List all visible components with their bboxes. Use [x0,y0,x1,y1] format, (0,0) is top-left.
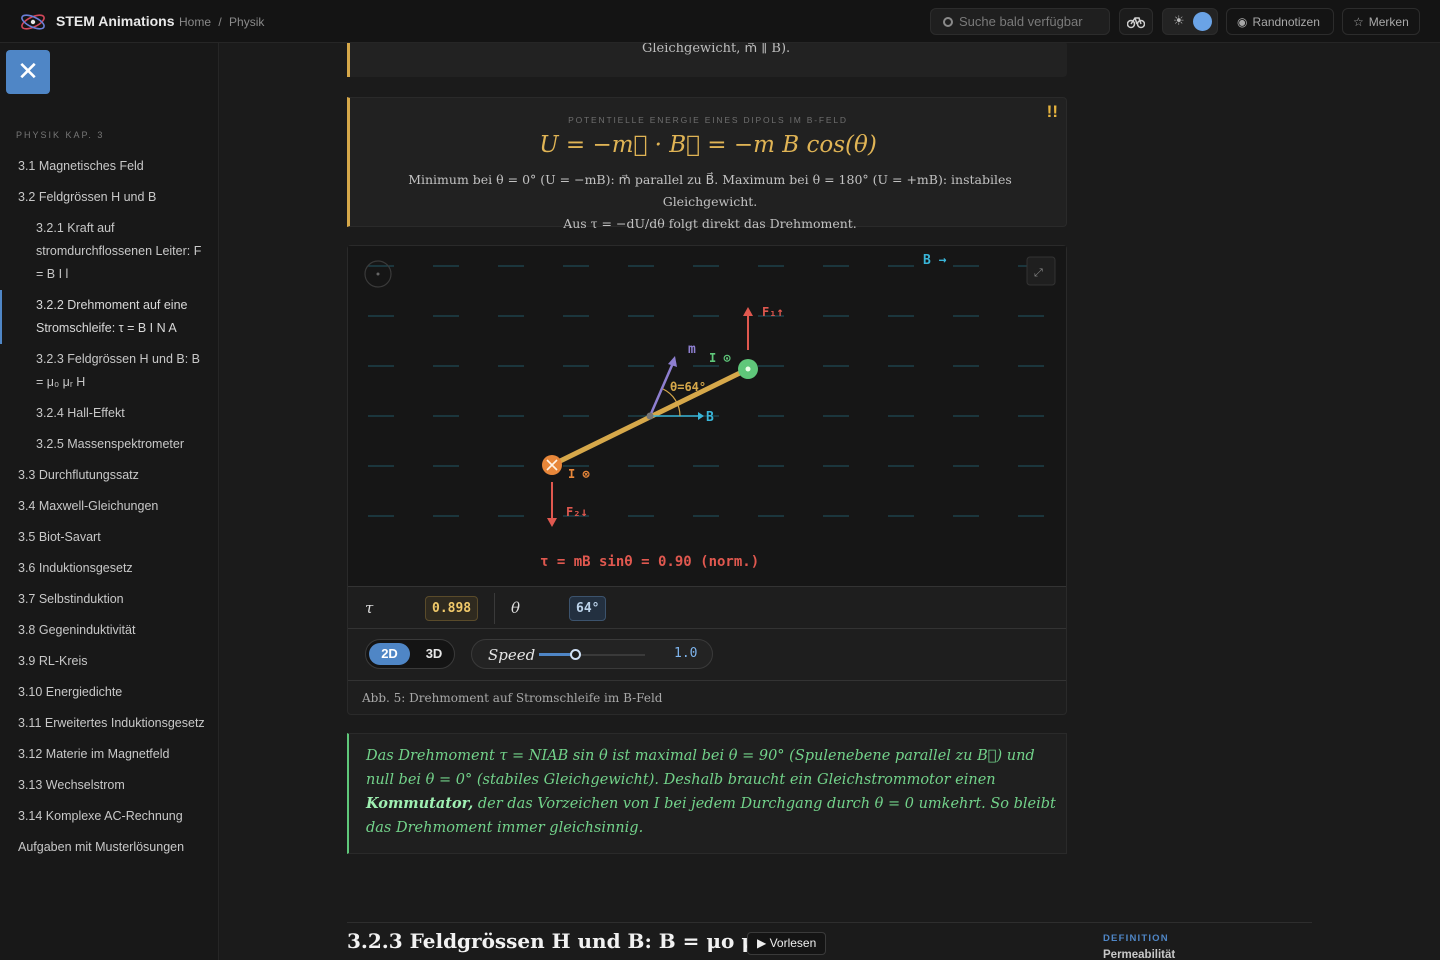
b-axis-label: B [706,410,714,425]
merken-button[interactable]: ☆ Merken [1342,8,1420,35]
logo-icon[interactable] [18,9,48,35]
main-content: Gleichgewicht, m⃗ ∥ B). POTENTIELLE ENER… [220,41,1440,960]
sun-icon: ☀ [1173,13,1185,28]
insight-note: Das Drehmoment τ = NIAB sin θ ist maxima… [347,733,1067,854]
top-bar: STEM Animations Home / Physik Suche bald… [0,0,1440,43]
randnotizen-label: Randnotizen [1252,15,1320,29]
force-f1-label: F₁↑ [762,305,784,319]
sidebar: PHYSIK KAP. 3 3.1 Magnetisches Feld 3.2 … [0,43,219,960]
torque-readout: τ = mB sinθ = 0.90 (norm.) [540,554,759,570]
insight-text-part: Das Drehmoment τ = NIAB sin θ ist maxima… [366,748,1035,788]
sidebar-subitem[interactable]: 3.2.3 Feldgrössen H und B: B = μ₀ μᵣ H [0,344,219,398]
speed-slider-thumb[interactable] [570,649,581,660]
view-mode-toggle: 2D 3D [365,639,455,669]
speed-value: 1.0 [674,646,698,661]
moment-label: m [688,342,696,357]
force-f1-arrowhead [743,307,753,316]
formula-description: Minimum bei θ = 0° (U = −mB): m⃗ paralle… [370,169,1050,235]
star-icon: ☆ [1353,15,1364,29]
energy-formula: U = −m⃗ · B⃗ = −m B cos(θ) [539,132,877,158]
readout-divider [494,593,495,624]
sidebar-item[interactable]: 3.7 Selbstinduktion [0,584,219,615]
definition-label: DEFINITION [1103,933,1169,944]
mode-2d-button[interactable]: 2D [369,643,410,665]
sidebar-subitem[interactable]: 3.2.1 Kraft auf stromdurchflossenen Leit… [0,213,219,290]
b-axis-arrowhead [698,412,704,420]
current-label-top: I ⊙ [709,351,731,365]
important-badge: !! [1046,102,1058,121]
force-f2-arrowhead [547,518,557,527]
brand-title[interactable]: STEM Animations [56,13,175,29]
close-icon: ✕ [17,56,39,86]
formula-description-line: Aus τ = −dU/dθ folgt direkt das Drehmome… [563,216,857,231]
value-readout-bar: τ 0.898 θ 64° [348,586,1066,629]
sidebar-nav: 3.1 Magnetisches Feld 3.2 Feldgrössen H … [0,151,219,863]
formula-label: POTENTIELLE ENERGIE EINES DIPOLS IM B-FE… [568,115,848,125]
sidebar-item[interactable]: 3.2 Feldgrössen H und B [0,182,219,213]
bike-mode-button[interactable] [1119,8,1153,35]
previous-formula-box: Gleichgewicht, m⃗ ∥ B). [347,41,1067,77]
sidebar-item[interactable]: 3.6 Induktionsgesetz [0,553,219,584]
speed-control: Speed 1.0 [471,639,713,669]
animation-controls: 2D 3D Speed 1.0 [348,629,1066,680]
read-aloud-button[interactable]: ▶ Vorlesen [747,932,827,955]
insight-text: Das Drehmoment τ = NIAB sin θ ist maxima… [366,744,1056,840]
mode-3d-button[interactable]: 3D [414,643,454,665]
sidebar-item[interactable]: Aufgaben mit Musterlösungen [0,832,219,863]
breadcrumb: Home / Physik [179,15,268,29]
definition-term[interactable]: Permeabilität [1103,949,1175,960]
sidebar-item[interactable]: 3.5 Biot-Savart [0,522,219,553]
figure-caption: Abb. 5: Drehmoment auf Stromschleife im … [348,680,1066,714]
formula-description-line: Minimum bei θ = 0° (U = −mB): m⃗ paralle… [408,172,1012,209]
moment-arrowhead [668,356,677,367]
b-field-label: B → [923,253,947,268]
sidebar-item[interactable]: 3.14 Komplexe AC-Rechnung [0,801,219,832]
force-f2-label: F₂↓ [566,505,588,519]
sidebar-item[interactable]: 3.10 Energiedichte [0,677,219,708]
sidebar-item[interactable]: 3.11 Erweitertes Induktionsgesetz [0,708,219,739]
sidebar-item[interactable]: 3.1 Magnetisches Feld [0,151,219,182]
sidebar-item[interactable]: 3.8 Gegeninduktivität [0,615,219,646]
expand-icon: ⤢ [1034,267,1043,279]
close-sidebar-button[interactable]: ✕ [6,50,50,94]
speed-label: Speed [488,646,536,664]
bicycle-icon [1126,17,1146,29]
tau-value: 0.898 [425,596,479,621]
sidebar-item[interactable]: 3.9 RL-Kreis [0,646,219,677]
pivot-point [646,412,654,420]
theta-value: 64° [569,596,607,621]
merken-label: Merken [1368,15,1409,29]
theme-toggle[interactable]: ☀ [1162,8,1218,35]
sidebar-item[interactable]: 3.13 Wechselstrom [0,770,219,801]
animation-svg: ⤢ B → B m θ=64° I ⊙ F₁↑ I ⊗ F₂↓ τ = mB s… [364,253,1056,570]
sidebar-subitem[interactable]: 3.2.4 Hall-Effekt [0,398,219,429]
theta-symbol: θ [511,599,521,617]
section-divider [347,922,1312,923]
sidebar-heading: PHYSIK KAP. 3 [16,130,105,140]
breadcrumb-home[interactable]: Home [179,15,211,29]
current-label-bottom: I ⊗ [568,467,590,481]
search-input[interactable]: Suche bald verfügbar [930,8,1110,35]
energy-formula-box: POTENTIELLE ENERGIE EINES DIPOLS IM B-FE… [347,97,1067,231]
sidebar-subitem[interactable]: 3.2.5 Massenspektrometer [0,429,219,460]
previous-formula-text: Gleichgewicht, m⃗ ∥ B). [642,41,791,56]
tau-symbol: τ [365,599,374,617]
toggle-knob [1193,12,1212,31]
search-placeholder: Suche bald verfügbar [959,14,1083,29]
sidebar-item[interactable]: 3.12 Materie im Magnetfeld [0,739,219,770]
animation-canvas[interactable]: ⤢ B → B m θ=64° I ⊙ F₁↑ I ⊗ F₂↓ τ = mB s… [348,246,1066,586]
insight-bold-term: Kommutator, [366,795,474,812]
eye-icon: ◉ [1237,15,1248,29]
breadcrumb-physik[interactable]: Physik [229,15,264,29]
randnotizen-button[interactable]: ◉ Randnotizen [1226,8,1334,35]
sidebar-item[interactable]: 3.4 Maxwell-Gleichungen [0,491,219,522]
sidebar-subitem-active[interactable]: 3.2.2 Drehmoment auf eine Stromschleife:… [0,290,219,344]
breadcrumb-separator: / [218,15,222,29]
section-heading: 3.2.3 Feldgrössen H und B: B = μo μr H [347,929,793,953]
angle-label: θ=64° [670,380,706,394]
sidebar-item[interactable]: 3.3 Durchflutungssatz [0,460,219,491]
search-icon [943,17,953,27]
torque-figure: ⤢ B → B m θ=64° I ⊙ F₁↑ I ⊗ F₂↓ τ = mB s… [347,245,1067,715]
